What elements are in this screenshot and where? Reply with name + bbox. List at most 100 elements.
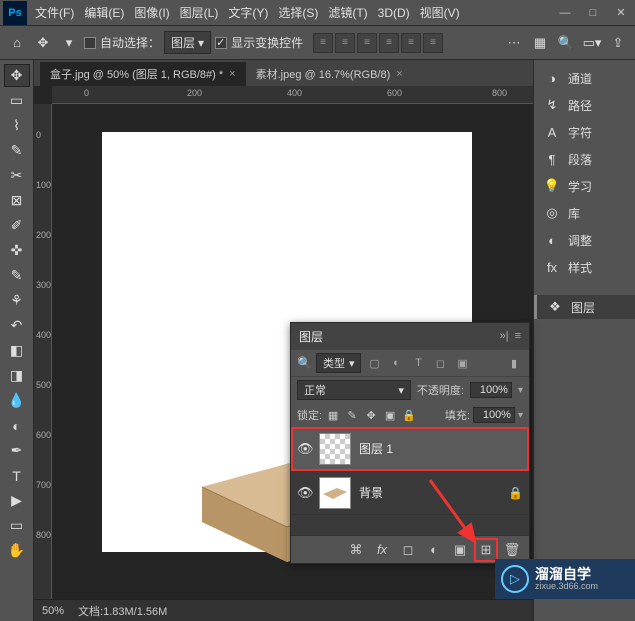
lock-icon[interactable]: 🔒 — [508, 486, 523, 500]
auto-select-checkbox[interactable] — [84, 37, 96, 49]
menu-image[interactable]: 图像(I) — [129, 4, 174, 21]
filter-kind-dropdown[interactable]: 类型▾ — [316, 353, 362, 373]
panel-paragraph[interactable]: ¶段落 — [534, 147, 635, 171]
show-transform-checkbox[interactable] — [215, 37, 227, 49]
menu-3d[interactable]: 3D(D) — [373, 6, 415, 20]
link-layers-icon[interactable]: ⌘ — [347, 541, 365, 559]
eraser-tool[interactable]: ◧ — [4, 339, 30, 362]
marquee-tool[interactable]: ▭ — [4, 89, 30, 112]
panel-adjustments[interactable]: ◐调整 — [534, 228, 635, 252]
eyedropper-tool[interactable]: ✐ — [4, 214, 30, 237]
layer-row-layer1[interactable]: 👁 图层 1 — [291, 427, 529, 471]
menu-filter[interactable]: 滤镜(T) — [323, 4, 372, 21]
menu-layer[interactable]: 图层(L) — [175, 4, 224, 21]
delete-layer-icon[interactable]: 🗑 — [503, 541, 521, 559]
healing-brush-tool[interactable]: ✜ — [4, 239, 30, 262]
history-brush-tool[interactable]: ↶ — [4, 314, 30, 337]
move-tool[interactable]: ✥ — [4, 64, 30, 87]
layer-name[interactable]: 背景 — [359, 484, 383, 501]
menu-edit[interactable]: 编辑(E) — [79, 4, 129, 21]
blur-tool[interactable]: 💧 — [4, 389, 30, 412]
pen-tool[interactable]: ✒ — [4, 439, 30, 462]
visibility-icon[interactable]: 👁 — [297, 485, 311, 501]
document-tab-2[interactable]: 素材.jpeg @ 16.7%(RGB/8)× — [246, 62, 413, 86]
panel-libraries[interactable]: ◎库 — [534, 201, 635, 225]
lock-all-icon[interactable]: 🔒 — [401, 407, 417, 423]
clone-stamp-tool[interactable]: ⚘ — [4, 289, 30, 312]
chevron-down-icon[interactable]: ▾ — [518, 385, 523, 396]
align-center-h-icon[interactable]: ≡ — [335, 33, 355, 53]
filter-toggle-icon[interactable]: ▮ — [505, 354, 523, 372]
new-layer-icon[interactable]: ⊞ — [477, 541, 495, 559]
panel-styles[interactable]: fx样式 — [534, 255, 635, 279]
opacity-field[interactable]: 100% — [470, 382, 512, 398]
brush-tool[interactable]: ✎ — [4, 264, 30, 287]
filter-smartobj-icon[interactable]: ▣ — [453, 354, 471, 372]
crop-tool[interactable]: ✂ — [4, 164, 30, 187]
search-icon[interactable]: 🔍 — [555, 32, 577, 54]
zoom-level[interactable]: 50% — [42, 605, 64, 617]
close-button[interactable]: ✕ — [607, 3, 635, 23]
menu-type[interactable]: 文字(Y) — [223, 4, 273, 21]
lasso-tool[interactable]: ⌇ — [4, 114, 30, 137]
adjustment-layer-icon[interactable]: ◐ — [425, 541, 443, 559]
more-icon[interactable]: ⋯ — [503, 32, 525, 54]
panel-menu-icon[interactable]: ≡ — [515, 330, 521, 342]
3d-mode-icon[interactable]: ▦ — [529, 32, 551, 54]
menu-select[interactable]: 选择(S) — [273, 4, 323, 21]
layer-thumbnail[interactable] — [319, 433, 351, 465]
panel-paths[interactable]: ↯路径 — [534, 93, 635, 117]
close-icon[interactable]: × — [229, 68, 235, 80]
group-icon[interactable]: ▣ — [451, 541, 469, 559]
panel-learn[interactable]: 💡学习 — [534, 174, 635, 198]
maximize-button[interactable]: □ — [579, 3, 607, 23]
filter-pixel-icon[interactable]: ▢ — [365, 354, 383, 372]
frame-tool[interactable]: ⊠ — [4, 189, 30, 212]
minimize-button[interactable]: — — [551, 3, 579, 23]
lock-artboard-icon[interactable]: ▣ — [382, 407, 398, 423]
filter-type-icon[interactable]: T — [409, 354, 427, 372]
quick-select-tool[interactable]: ✎ — [4, 139, 30, 162]
hand-tool[interactable]: ✋ — [4, 539, 30, 562]
panel-character[interactable]: A字符 — [534, 120, 635, 144]
panel-layers-tab[interactable]: ❖图层 — [534, 295, 635, 319]
blend-mode-dropdown[interactable]: 正常▾ — [297, 380, 411, 400]
type-tool[interactable]: T — [4, 464, 30, 487]
layers-panel-header[interactable]: 图层 »| ≡ — [291, 323, 529, 349]
align-bottom-icon[interactable]: ≡ — [423, 33, 443, 53]
menu-file[interactable]: 文件(F) — [30, 4, 79, 21]
home-icon[interactable]: ⌂ — [6, 32, 28, 54]
layer-mask-icon[interactable]: ◻ — [399, 541, 417, 559]
lock-brush-icon[interactable]: ✎ — [344, 407, 360, 423]
align-left-icon[interactable]: ≡ — [313, 33, 333, 53]
rectangle-tool[interactable]: ▭ — [4, 514, 30, 537]
gradient-tool[interactable]: ◨ — [4, 364, 30, 387]
menu-view[interactable]: 视图(V) — [415, 4, 465, 21]
lock-pixels-icon[interactable]: ▦ — [325, 407, 341, 423]
chevron-down-icon[interactable]: ▾ — [58, 32, 80, 54]
layer-row-background[interactable]: 👁 背景 🔒 — [291, 471, 529, 515]
layer-thumbnail[interactable] — [319, 477, 351, 509]
filter-shape-icon[interactable]: ◻ — [431, 354, 449, 372]
path-select-tool[interactable]: ▶ — [4, 489, 30, 512]
lock-position-icon[interactable]: ✥ — [363, 407, 379, 423]
dodge-tool[interactable]: ◐ — [4, 414, 30, 437]
filter-adjustment-icon[interactable]: ◐ — [387, 354, 405, 372]
auto-select-dropdown[interactable]: 图层▾ — [164, 31, 211, 54]
chevron-down-icon[interactable]: ▾ — [518, 410, 523, 421]
layer-style-icon[interactable]: fx — [373, 541, 391, 559]
fill-field[interactable]: 100% — [473, 407, 515, 423]
align-top-icon[interactable]: ≡ — [379, 33, 399, 53]
search-icon[interactable]: 🔍 — [297, 356, 312, 370]
share-icon[interactable]: ⇪ — [607, 32, 629, 54]
close-icon[interactable]: × — [396, 68, 402, 80]
align-right-icon[interactable]: ≡ — [357, 33, 377, 53]
layer-name[interactable]: 图层 1 — [359, 440, 393, 457]
panel-channels[interactable]: ◑通道 — [534, 66, 635, 90]
collapse-icon[interactable]: »| — [500, 330, 509, 342]
align-middle-icon[interactable]: ≡ — [401, 33, 421, 53]
document-tab-1[interactable]: 盒子.jpg @ 50% (图层 1, RGB/8#) *× — [40, 62, 246, 86]
learn-icon: 💡 — [544, 178, 560, 194]
workspace-switcher-icon[interactable]: ▭▾ — [581, 32, 603, 54]
visibility-icon[interactable]: 👁 — [297, 441, 311, 457]
